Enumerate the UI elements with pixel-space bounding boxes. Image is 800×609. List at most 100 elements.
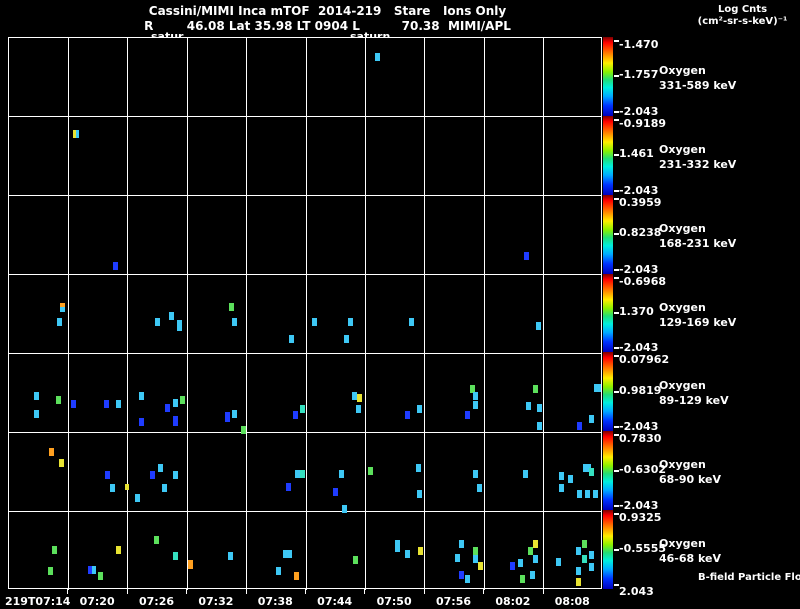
energy-band-label: Oxygen [659, 458, 706, 472]
data-point [59, 459, 64, 467]
x-axis-tick [542, 589, 544, 594]
data-point [188, 560, 193, 569]
data-point [173, 471, 178, 479]
data-point [536, 322, 541, 330]
plot-subtitle-coordinates: R 46.08 Lat 35.98 LT 0904 L 70.38 MIMI/A… [144, 19, 511, 33]
energy-range-label: 129-169 keV [659, 315, 737, 329]
data-point [473, 392, 478, 400]
data-point [576, 578, 581, 586]
vertical-gridline [67, 38, 69, 590]
vertical-gridline [424, 38, 426, 590]
data-point [589, 468, 594, 476]
x-axis-tick [186, 589, 188, 594]
data-point [34, 410, 39, 418]
data-point [577, 490, 582, 498]
data-point [283, 550, 292, 558]
panel-separator-line [9, 431, 601, 433]
data-point [375, 53, 380, 61]
colorbar [603, 510, 613, 589]
energy-range-label: 331-589 keV [659, 79, 737, 92]
energy-band-label: Oxygen [659, 300, 706, 314]
data-point [568, 475, 573, 483]
data-point [589, 551, 594, 559]
data-point [589, 563, 594, 571]
data-point [582, 555, 587, 563]
data-point [339, 470, 344, 478]
data-point [57, 318, 62, 326]
data-point [577, 422, 582, 430]
data-point [582, 540, 587, 548]
data-point [173, 416, 178, 426]
colorbar-label-mid: -1.757 [619, 68, 659, 82]
data-point [294, 572, 299, 580]
vertical-gridline [543, 38, 545, 590]
data-point [158, 464, 163, 472]
colorbar-label-top: 0.9325 [619, 511, 662, 525]
data-point [135, 494, 140, 502]
colorbar-label-bottom: 2.043 [619, 585, 654, 598]
data-point [459, 571, 464, 579]
data-point [416, 464, 421, 472]
colorbar-label-top: 0.07962 [619, 353, 670, 367]
energy-range-label: 231-332 keV [659, 157, 737, 171]
data-point [173, 552, 178, 560]
vertical-gridline [246, 38, 248, 590]
energy-band-label: Oxygen [659, 221, 706, 235]
data-point [300, 470, 305, 478]
data-point [286, 483, 291, 491]
colorbar-label-top: -0.6968 [619, 274, 667, 288]
colorbar-label-top: 0.3959 [619, 195, 662, 209]
colorbar-label-mid: 1.461 [619, 147, 654, 161]
x-axis-label: 08:08 [554, 595, 590, 608]
panel-separator-line [9, 352, 601, 354]
data-point [228, 552, 233, 560]
panel-separator-line [9, 274, 601, 276]
colorbar [603, 37, 613, 116]
data-point [478, 562, 483, 570]
data-point [92, 566, 96, 574]
x-axis-tick [483, 589, 485, 594]
data-point [150, 471, 155, 479]
colorbar [603, 115, 613, 195]
data-point [356, 405, 361, 413]
data-point [60, 307, 65, 312]
data-point [173, 399, 178, 407]
data-point [576, 547, 581, 555]
colorbar-units-formula: (cm²-sr-s-keV)⁻¹ [697, 16, 788, 27]
data-point [477, 484, 482, 492]
colorbar-label-mid: 0.9819 [619, 383, 662, 397]
data-point [276, 567, 281, 575]
data-point [409, 318, 414, 326]
data-point [465, 575, 470, 583]
cassini-mimi-plot-screen: { "header": { "title_line1": "Cassini/MI… [0, 0, 800, 609]
data-point [585, 490, 590, 498]
colorbar-label-mid: 1.370 [619, 305, 654, 318]
data-point [76, 130, 79, 138]
data-point [533, 385, 538, 393]
data-point [528, 547, 533, 555]
data-point [300, 405, 305, 413]
panel-separator-line [9, 510, 601, 512]
data-point [524, 252, 529, 260]
energy-range-label: 68-90 keV [659, 473, 722, 487]
data-point [530, 571, 535, 579]
data-point [116, 400, 121, 408]
data-point [405, 550, 410, 558]
data-point [353, 556, 358, 564]
colorbar [603, 352, 613, 432]
data-point [105, 471, 110, 479]
colorbar-label-top: -0.9189 [619, 116, 667, 130]
data-point [473, 547, 478, 555]
data-point [526, 402, 531, 410]
colorbar [603, 273, 613, 353]
vertical-gridline [305, 38, 307, 590]
data-point [533, 555, 538, 563]
x-axis-tick [423, 589, 425, 594]
energy-band-label: Oxygen [659, 142, 706, 156]
data-point [594, 384, 601, 392]
energy-band-label: Oxygen [659, 64, 706, 77]
spectrogram-plot-area [8, 37, 602, 590]
data-point [342, 505, 347, 513]
colorbar-label-top: -1.470 [619, 38, 659, 51]
data-point [113, 262, 118, 270]
